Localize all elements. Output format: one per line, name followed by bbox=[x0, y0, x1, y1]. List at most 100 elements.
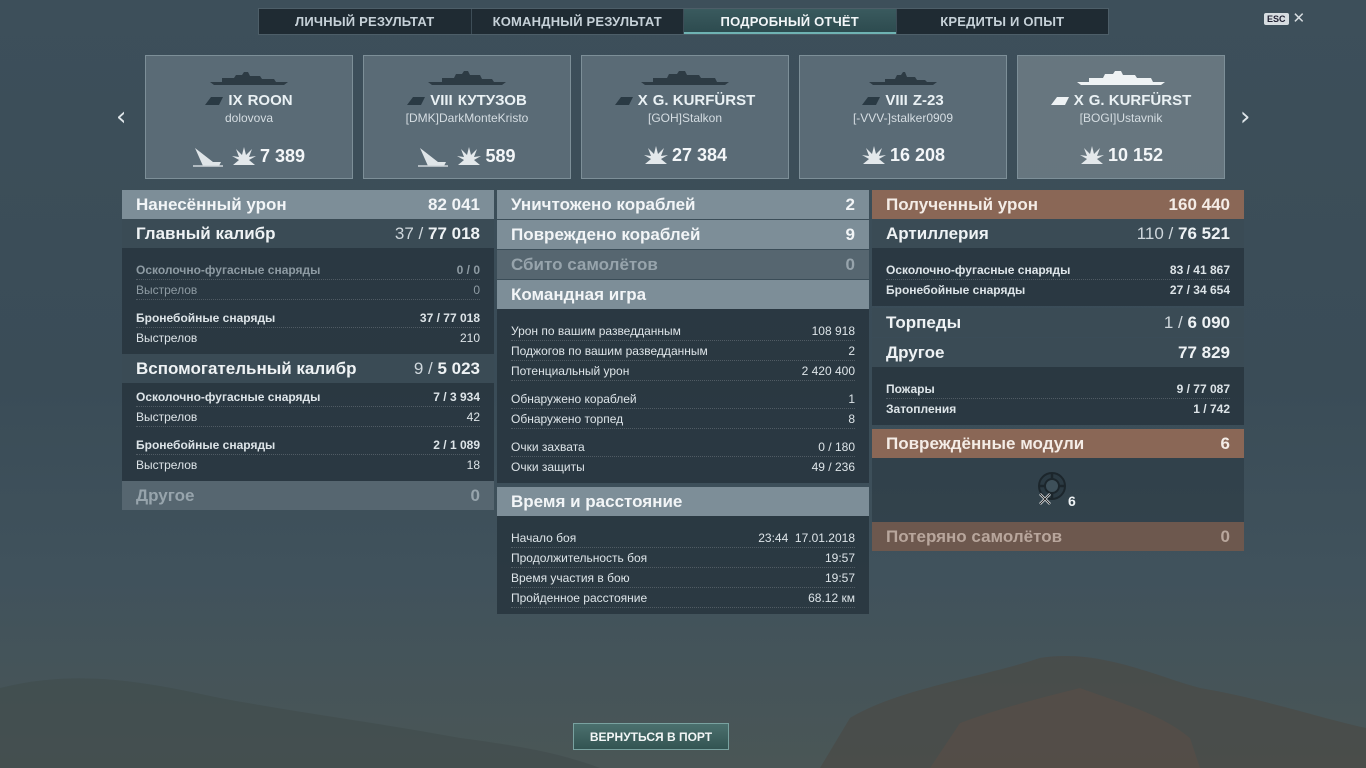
artillery-details: Осколочно-фугасные снаряды 83 / 41 867 Бр… bbox=[872, 248, 1244, 306]
main-battery-label: Главный калибр bbox=[136, 223, 276, 243]
other-damage-label: Другое bbox=[136, 485, 195, 505]
artillery-label: Артиллерия bbox=[886, 223, 989, 243]
dealt-damage-value: 82 041 bbox=[428, 194, 480, 214]
player-name: dolovova bbox=[224, 111, 274, 125]
damage-value: 27 384 bbox=[671, 144, 728, 165]
main-battery-details: Осколочно-фугасные снаряды 0 / 0 Выстрело… bbox=[122, 248, 494, 354]
dealt-damage-label: Нанесённый урон bbox=[136, 194, 287, 214]
art-ap-row: Бронебойные снаряды 27 / 34 654 bbox=[886, 283, 1230, 297]
main-he-shots-label: Выстрелов bbox=[136, 282, 198, 297]
lost-planes-label: Потеряно самолётов bbox=[886, 526, 1063, 546]
tab-team-result[interactable]: КОМАНДНЫЙ РЕЗУЛЬТАТ bbox=[472, 9, 684, 34]
lost-planes-header: Потеряно самолётов 0 bbox=[872, 522, 1244, 551]
damaged-ships-header: Повреждено кораблей 9 bbox=[497, 220, 869, 249]
explosion-damage-icon bbox=[457, 147, 482, 165]
received-damage-header: Полученный урон 160 440 bbox=[872, 190, 1244, 219]
player-name: [DMK]DarkMonteKristo bbox=[405, 111, 529, 125]
torpedoes-label: Торпеды bbox=[886, 312, 962, 332]
stat-value: 23:44 17.01.2018 bbox=[758, 530, 855, 545]
list-item: Урон по вашим разведданным 108 918 bbox=[511, 321, 855, 341]
stat-value: 2 bbox=[848, 343, 855, 358]
ship-card[interactable]: IX ROON dolovova 7 389 bbox=[145, 55, 353, 179]
battleship-silhouette-icon bbox=[1077, 71, 1165, 85]
other-received-header: Другое 77 829 bbox=[872, 338, 1244, 367]
stat-value: 19:57 bbox=[824, 550, 855, 565]
planes-shot-value: 0 bbox=[845, 254, 855, 274]
sec-ap-row: Бронебойные снаряды 2 / 1 089 bbox=[136, 435, 480, 455]
player-name: [GOH]Stalkon bbox=[647, 111, 723, 125]
main-battery-header: Главный калибр 37 / 77 018 bbox=[122, 219, 494, 248]
list-item: Обнаружено кораблей 1 bbox=[511, 389, 855, 409]
ship-card[interactable]: X G. KURFÜRST [BOGI]Ustavnik 10 152 bbox=[1017, 55, 1225, 179]
stat-label: Обнаружено торпед bbox=[511, 411, 624, 426]
stat-value: 19:57 bbox=[824, 570, 855, 585]
tab-credits-xp[interactable]: КРЕДИТЫ И ОПЫТ bbox=[897, 9, 1109, 34]
team-play-label: Командная игра bbox=[511, 284, 647, 304]
chevron-left-icon[interactable]: ‹ bbox=[116, 104, 126, 130]
artillery-hits: 110 bbox=[1136, 223, 1164, 243]
battleship-class-icon bbox=[614, 96, 633, 105]
esc-close-button[interactable]: ESC ✕ bbox=[1264, 11, 1305, 26]
battleship-silhouette-icon bbox=[210, 72, 288, 85]
flooding-row: Затопления 1 / 742 bbox=[886, 402, 1230, 416]
ship-card[interactable]: X G. KURFÜRST [GOH]Stalkon 27 384 bbox=[581, 55, 789, 179]
stat-label: Время участия в бою bbox=[511, 570, 630, 585]
secondary-battery-damage: 5 023 bbox=[437, 358, 480, 378]
ship-name: КУТУЗОВ bbox=[457, 92, 527, 109]
stat-label: Очки захвата bbox=[511, 439, 585, 454]
main-ap-shots-label: Выстрелов bbox=[136, 331, 198, 345]
list-item: Очки захвата 0 / 180 bbox=[511, 437, 855, 457]
art-ap-hits: 27 bbox=[1169, 283, 1184, 297]
main-he-value: 0 / 0 bbox=[456, 262, 480, 277]
return-to-port-button[interactable]: ВЕРНУТЬСЯ В ПОРТ bbox=[573, 723, 729, 750]
artillery-header: Артиллерия 110 / 76 521 bbox=[872, 219, 1244, 248]
list-item: Потенциальный урон 2 420 400 bbox=[511, 361, 855, 381]
stat-label: Продолжительность боя bbox=[511, 550, 648, 565]
battleship-class-icon bbox=[205, 96, 224, 105]
cruiser-class-icon bbox=[407, 96, 426, 105]
sec-ap-shots-label: Выстрелов bbox=[136, 458, 198, 472]
destroyed-ships-label: Уничтожено кораблей bbox=[511, 194, 696, 214]
stat-label: Поджогов по вашим разведданным bbox=[511, 343, 708, 358]
main-ap-damage: 77 018 bbox=[443, 310, 480, 325]
damaged-modules-value: 6 bbox=[1220, 433, 1230, 453]
ship-card[interactable]: VIII КУТУЗОВ [DMK]DarkMonteKristo 589 bbox=[363, 55, 571, 179]
chevron-right-icon[interactable]: › bbox=[1240, 104, 1250, 130]
esc-key-label: ESC bbox=[1264, 13, 1289, 25]
sec-ap-shots-value: 18 bbox=[466, 458, 480, 472]
list-item: Время участия в бою 19:57 bbox=[511, 568, 855, 588]
ship-tier: X bbox=[637, 92, 648, 109]
tab-detailed-report[interactable]: ПОДРОБНЫЙ ОТЧЁТ bbox=[684, 9, 897, 34]
stat-label: Потенциальный урон bbox=[511, 363, 630, 378]
art-he-row: Осколочно-фугасные снаряды 83 / 41 867 bbox=[886, 260, 1230, 280]
planes-shot-label: Сбито самолётов bbox=[511, 254, 658, 274]
damaged-ships-value: 9 bbox=[845, 224, 855, 244]
other-damage-value: 0 bbox=[470, 485, 480, 505]
list-item: Очки защиты 49 / 236 bbox=[511, 457, 855, 477]
ship-name: ROON bbox=[247, 92, 293, 109]
art-ap-damage: 34 654 bbox=[1193, 283, 1230, 297]
art-he-hits: 83 bbox=[1169, 262, 1184, 277]
stat-value: 49 / 236 bbox=[811, 460, 855, 474]
damaged-modules-header: Повреждённые модули 6 bbox=[872, 429, 1244, 458]
fires-damage: 77 087 bbox=[1193, 381, 1230, 396]
list-item: Продолжительность боя 19:57 bbox=[511, 548, 855, 568]
destroyed-ships-header: Уничтожено кораблей 2 bbox=[497, 190, 869, 219]
fires-label: Пожары bbox=[886, 381, 935, 396]
ship-card[interactable]: VIII Z-23 [-VVV-]stalker0909 16 208 bbox=[799, 55, 1007, 179]
art-he-damage: 41 867 bbox=[1193, 262, 1230, 277]
received-damage-label: Полученный урон bbox=[886, 194, 1039, 214]
main-battery-hits: 37 bbox=[394, 223, 414, 243]
stat-label: Обнаружено кораблей bbox=[511, 391, 637, 406]
battleship-silhouette-icon bbox=[641, 71, 729, 85]
secondary-battery-header: Вспомогательный калибр 9 / 5 023 bbox=[122, 354, 494, 383]
torpedoes-damage: 6 090 bbox=[1187, 312, 1230, 332]
time-distance-label: Время и расстояние bbox=[511, 491, 683, 511]
sec-he-shots-value: 42 bbox=[466, 409, 480, 424]
battleship-class-icon bbox=[1050, 96, 1069, 105]
ship-tier: X bbox=[1073, 92, 1084, 109]
explosion-damage-icon bbox=[231, 147, 256, 165]
sec-ap-shots-row: Выстрелов 18 bbox=[136, 455, 480, 475]
tab-personal-result[interactable]: ЛИЧНЫЙ РЕЗУЛЬТАТ bbox=[259, 9, 472, 34]
main-ap-label: Бронебойные снаряды bbox=[136, 310, 276, 325]
